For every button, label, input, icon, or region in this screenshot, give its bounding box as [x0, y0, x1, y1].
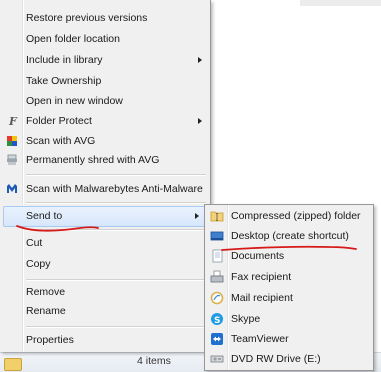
- menu-item-restore-previous-versions[interactable]: Restore previous versions: [0, 9, 208, 29]
- submenu-item-label: Compressed (zipped) folder: [231, 210, 361, 222]
- menu-item-properties[interactable]: Properties: [0, 331, 208, 351]
- menu-separator: [26, 279, 206, 281]
- menu-item-label: Restore previous versions: [26, 12, 148, 24]
- menu-item-label: Properties: [26, 334, 74, 346]
- send-to-submenu: Compressed (zipped) folder Desktop (crea…: [204, 204, 374, 371]
- menu-item-label: Remove: [26, 286, 66, 298]
- menu-item-cut[interactable]: Cut: [0, 234, 208, 254]
- menu-item-scan-with-avg[interactable]: Scan with AVG: [0, 132, 208, 152]
- send-to-teamviewer[interactable]: TeamViewer: [205, 329, 371, 349]
- menu-item-label: Scan with Malwarebytes Anti-Malware: [26, 183, 203, 195]
- menu-item-scan-with-malwarebytes[interactable]: Scan with Malwarebytes Anti-Malware: [0, 180, 208, 200]
- menu-item-label: Scan with AVG: [26, 135, 96, 147]
- submenu-arrow-icon: [195, 213, 199, 219]
- send-to-desktop[interactable]: Desktop (create shortcut): [205, 226, 371, 246]
- menu-item-label: Rename: [26, 305, 66, 317]
- submenu-item-label: Skype: [231, 313, 261, 325]
- submenu-arrow-icon: [198, 57, 202, 63]
- submenu-item-label: Fax recipient: [231, 271, 292, 283]
- menu-item-send-to[interactable]: Send to: [3, 206, 207, 227]
- send-to-compressed-folder[interactable]: Compressed (zipped) folder: [205, 206, 371, 226]
- zip-folder-icon: [210, 209, 224, 223]
- status-item-count: 4 items: [137, 355, 171, 367]
- menu-item-include-in-library[interactable]: Include in library: [0, 51, 208, 71]
- avg-icon: [6, 135, 18, 147]
- folder-protect-icon: F: [6, 115, 18, 128]
- malwarebytes-icon: [6, 183, 18, 195]
- svg-text:F: F: [8, 115, 18, 127]
- explorer-header-strip: [300, 0, 381, 6]
- submenu-item-label: Mail recipient: [231, 292, 293, 304]
- menu-item-label: Permanently shred with AVG: [26, 154, 160, 166]
- context-menu: Restore previous versions Open folder lo…: [0, 0, 211, 352]
- send-to-skype[interactable]: S Skype: [205, 309, 371, 329]
- menu-item-label: Copy: [26, 258, 51, 270]
- menu-item-remove[interactable]: Remove: [0, 283, 208, 303]
- dvd-drive-icon: [210, 352, 224, 366]
- menu-item-label: Folder Protect: [26, 115, 92, 127]
- folder-icon: [4, 358, 22, 371]
- shredder-icon: [6, 154, 18, 166]
- send-to-mail-recipient[interactable]: Mail recipient: [205, 288, 371, 308]
- menu-item-open-folder-location[interactable]: Open folder location: [0, 30, 208, 50]
- menu-item-label: Cut: [26, 237, 43, 249]
- menu-item-label: Send to: [26, 210, 63, 222]
- skype-icon: S: [210, 312, 224, 326]
- menu-separator: [26, 326, 206, 328]
- submenu-item-label: TeamViewer: [231, 333, 289, 345]
- submenu-item-label: Desktop (create shortcut): [231, 230, 349, 242]
- fax-icon: [210, 270, 224, 284]
- send-to-fax-recipient[interactable]: Fax recipient: [205, 267, 371, 287]
- send-to-dvd-rw-drive[interactable]: DVD RW Drive (E:): [205, 349, 371, 369]
- menu-item-label: Open folder location: [26, 33, 120, 45]
- documents-icon: [210, 249, 224, 263]
- svg-text:S: S: [214, 316, 220, 326]
- submenu-item-label: DVD RW Drive (E:): [231, 353, 321, 365]
- menu-item-folder-protect[interactable]: F Folder Protect: [0, 112, 208, 132]
- menu-item-open-in-new-window[interactable]: Open in new window: [0, 92, 208, 112]
- menu-item-label: Open in new window: [26, 95, 123, 107]
- menu-item-permanently-shred-with-avg[interactable]: Permanently shred with AVG: [0, 151, 208, 171]
- menu-item-rename[interactable]: Rename: [0, 302, 208, 322]
- menu-separator: [26, 202, 206, 204]
- desktop-icon: [210, 229, 224, 243]
- submenu-item-label: Documents: [231, 250, 285, 262]
- menu-separator: [26, 229, 206, 231]
- menu-item-copy[interactable]: Copy: [0, 255, 208, 275]
- menu-item-label: Include in library: [26, 54, 103, 66]
- submenu-arrow-icon: [198, 118, 202, 124]
- mail-icon: [210, 291, 224, 305]
- send-to-documents[interactable]: Documents: [205, 246, 371, 266]
- teamviewer-icon: [210, 332, 224, 346]
- menu-separator: [26, 174, 206, 176]
- menu-item-take-ownership[interactable]: Take Ownership: [0, 72, 208, 92]
- menu-item-label: Take Ownership: [26, 75, 102, 87]
